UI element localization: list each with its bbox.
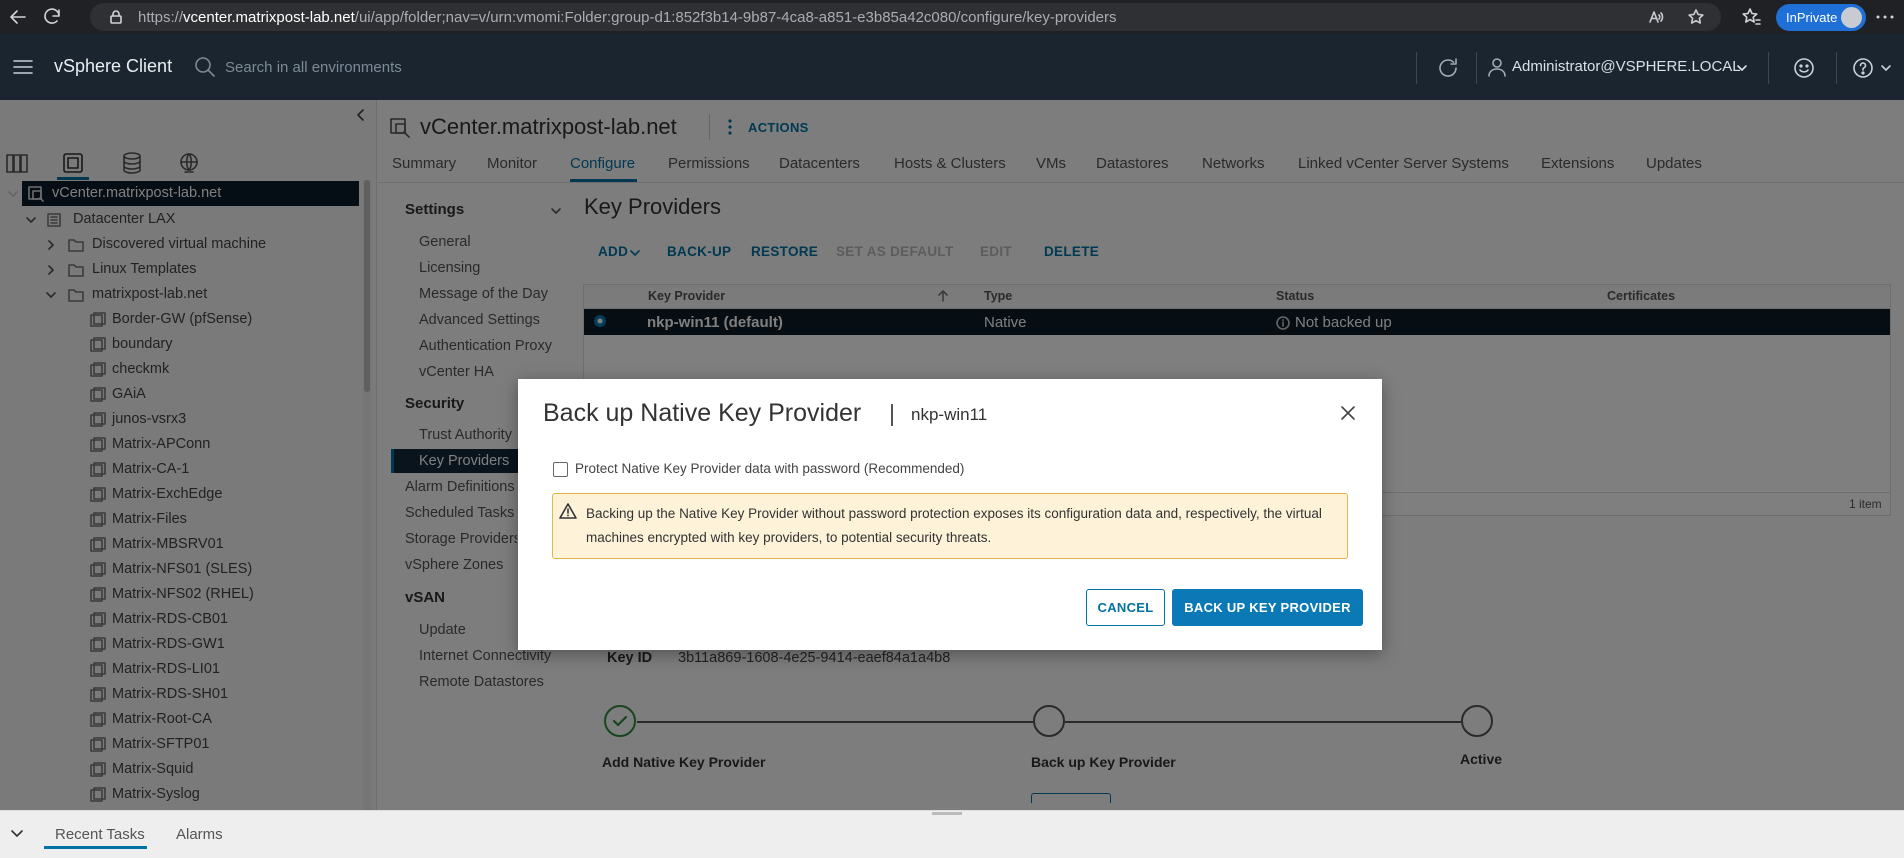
feedback-smiley-icon[interactable] [1792, 56, 1816, 80]
chevron-down-icon[interactable] [1880, 62, 1892, 74]
warning-icon [559, 503, 577, 519]
address-bar[interactable]: https://vcenter.matrixpost-lab.net/ui/ap… [90, 3, 1721, 31]
search-input[interactable]: Search in all environments [225, 59, 402, 76]
inprivate-label: InPrivate [1786, 10, 1838, 25]
read-aloud-icon[interactable] [1648, 9, 1664, 25]
app-title[interactable]: vSphere Client [54, 56, 172, 77]
inprivate-badge[interactable]: InPrivate [1776, 4, 1866, 31]
search-icon[interactable] [194, 56, 216, 78]
modal-title-divider [891, 404, 893, 426]
password-protect-label[interactable]: Protect Native Key Provider data with pa… [575, 461, 964, 476]
user-menu[interactable]: Administrator@VSPHERE.LOCAL [1512, 58, 1741, 75]
lock-icon [110, 10, 122, 24]
header-divider [1836, 52, 1837, 84]
modal-title: Back up Native Key Provider [543, 399, 862, 427]
user-icon [1488, 58, 1506, 77]
backup-key-provider-dialog: Back up Native Key Provider nkp-win11 Pr… [518, 379, 1382, 650]
hamburger-menu-icon[interactable] [12, 56, 34, 78]
warning-alert: Backing up the Native Key Provider witho… [552, 493, 1348, 559]
favorites-icon[interactable] [1738, 5, 1762, 29]
active-tab-indicator [44, 846, 147, 849]
url-path: /ui/app/folder;nav=v/urn:vmomi:Folder:gr… [354, 9, 1117, 26]
favorite-star-icon[interactable] [1687, 8, 1705, 26]
more-icon[interactable] [1873, 5, 1897, 29]
header-divider [1476, 52, 1477, 84]
header-divider [1768, 52, 1769, 84]
cancel-button[interactable]: CANCEL [1086, 589, 1165, 626]
back-icon[interactable] [6, 5, 30, 29]
url-prefix: https:// [138, 9, 184, 26]
refresh-icon[interactable] [40, 5, 64, 29]
browser-toolbar: https://vcenter.matrixpost-lab.net/ui/ap… [0, 0, 1904, 34]
resize-handle[interactable] [932, 812, 962, 815]
refresh-icon[interactable] [1436, 56, 1460, 80]
warning-text: Backing up the Native Key Provider witho… [586, 506, 1322, 545]
profile-avatar [1841, 7, 1862, 28]
back-up-key-provider-button[interactable]: BACK UP KEY PROVIDER [1172, 589, 1363, 626]
header-divider [1416, 52, 1417, 84]
url-host: vcenter.matrixpost-lab.net [183, 9, 355, 26]
help-icon[interactable] [1851, 56, 1875, 80]
app-header: vSphere Client Search in all environment… [0, 34, 1904, 100]
close-icon[interactable] [1339, 404, 1357, 422]
modal-subtitle: nkp-win11 [911, 405, 988, 424]
chevron-down-icon[interactable] [1736, 62, 1748, 74]
tab-alarms[interactable]: Alarms [176, 826, 223, 843]
password-protect-checkbox[interactable] [553, 462, 568, 477]
bottom-panel [0, 810, 1904, 858]
url-text[interactable]: https://vcenter.matrixpost-lab.net/ui/ap… [138, 9, 1117, 26]
tab-recent-tasks[interactable]: Recent Tasks [55, 826, 145, 843]
chevron-down-icon[interactable] [10, 826, 24, 840]
